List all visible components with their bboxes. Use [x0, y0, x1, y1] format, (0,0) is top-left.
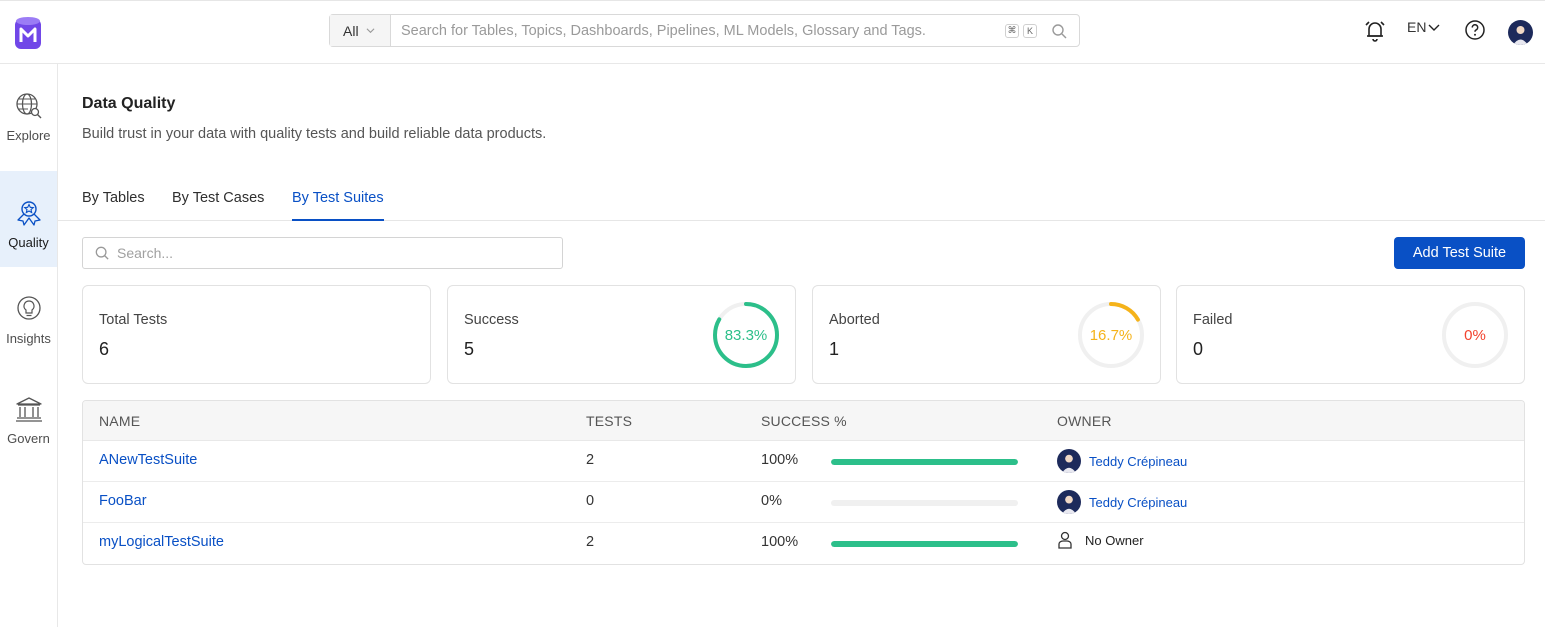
- language-selector[interactable]: EN: [1407, 19, 1440, 35]
- tab-by-test-cases[interactable]: By Test Cases: [172, 190, 264, 221]
- suite-tests-count: 0: [586, 493, 595, 509]
- owner-name: No Owner: [1085, 532, 1144, 548]
- suite-success-text: 100%: [761, 534, 799, 550]
- page-subtitle: Build trust in your data with quality te…: [82, 126, 547, 142]
- tab-by-tables[interactable]: By Tables: [82, 190, 145, 221]
- global-search-box[interactable]: All Search for Tables, Topics, Dashboard…: [329, 14, 1080, 47]
- bell-icon: [1365, 21, 1385, 42]
- owner-avatar: [1057, 490, 1081, 514]
- progress-fill: [831, 541, 1018, 547]
- column-header-tests[interactable]: TESTS: [586, 413, 632, 429]
- search-scope-select[interactable]: All: [330, 15, 391, 46]
- left-navigation: Explore Quality Insights Govern: [0, 64, 58, 627]
- insights-icon: [16, 296, 41, 320]
- success-progress-bar: [831, 459, 1018, 465]
- owner-name[interactable]: Teddy Crépineau: [1089, 454, 1187, 469]
- success-progress-bar: [831, 541, 1018, 547]
- avatar-image: [1513, 26, 1528, 45]
- explore-icon: [15, 93, 41, 119]
- summary-card-success: Success 5 83.3%: [447, 285, 796, 384]
- nav-label-quality: Quality: [8, 235, 49, 250]
- govern-icon: [15, 397, 42, 422]
- success-value: 5: [464, 339, 475, 359]
- quality-icon: [16, 201, 41, 226]
- help-icon: [1465, 20, 1485, 40]
- test-suites-table: NAME TESTS SUCCESS % OWNER ANewTestSuite…: [82, 400, 1525, 565]
- total-tests-value: 6: [99, 339, 110, 359]
- suite-owner[interactable]: Teddy Crépineau: [1057, 490, 1187, 514]
- summary-card-aborted: Aborted 1 16.7%: [812, 285, 1161, 384]
- nav-label-insights: Insights: [6, 331, 51, 346]
- app-logo[interactable]: [14, 16, 42, 50]
- suite-success-text: 0%: [761, 493, 782, 509]
- top-bar: All Search for Tables, Topics, Dashboard…: [0, 0, 1545, 64]
- tab-bar: By Tables By Test Cases By Test Suites: [58, 180, 1545, 221]
- owner-avatar: [1057, 449, 1081, 473]
- table-header: NAME TESTS SUCCESS % OWNER: [83, 401, 1524, 441]
- suite-name-link[interactable]: FooBar: [99, 493, 147, 509]
- total-tests-label: Total Tests: [99, 312, 168, 328]
- add-test-suite-button[interactable]: Add Test Suite: [1394, 237, 1525, 269]
- success-label: Success: [464, 312, 519, 328]
- aborted-percent: 16.7%: [1089, 326, 1133, 344]
- suite-owner[interactable]: Teddy Crépineau: [1057, 449, 1187, 473]
- summary-card-failed: Failed 0 0%: [1176, 285, 1525, 384]
- page-title: Data Quality: [82, 95, 176, 112]
- suite-owner[interactable]: No Owner: [1057, 531, 1144, 549]
- nav-item-explore[interactable]: Explore: [0, 64, 57, 160]
- tab-by-test-suites[interactable]: By Test Suites: [292, 190, 384, 221]
- search-icon: [95, 246, 109, 260]
- search-scope-value: All: [343, 22, 359, 39]
- nav-item-quality[interactable]: Quality: [0, 171, 57, 267]
- test-suite-search-input[interactable]: Search...: [82, 237, 563, 269]
- kbd-k-key: K: [1023, 23, 1037, 38]
- column-header-success[interactable]: SUCCESS %: [761, 413, 847, 429]
- kbd-cmd-key: ⌘: [1005, 23, 1019, 38]
- nav-label-govern: Govern: [7, 431, 50, 446]
- failed-label: Failed: [1193, 312, 1233, 328]
- user-avatar[interactable]: [1508, 20, 1533, 45]
- column-header-owner[interactable]: OWNER: [1057, 413, 1112, 429]
- chevron-down-icon: [366, 28, 375, 34]
- success-progress-bar: [831, 500, 1018, 506]
- notifications-button[interactable]: [1364, 19, 1386, 43]
- suite-success-text: 100%: [761, 452, 799, 468]
- success-percent: 83.3%: [724, 326, 768, 344]
- chevron-down-icon: [1428, 24, 1440, 31]
- failed-percent: 0%: [1464, 326, 1486, 344]
- suite-tests-count: 2: [586, 534, 595, 550]
- suite-name-link[interactable]: ANewTestSuite: [99, 452, 197, 468]
- suite-tests-count: 2: [586, 452, 595, 468]
- aborted-value: 1: [829, 339, 840, 359]
- suite-name-link[interactable]: myLogicalTestSuite: [99, 534, 224, 550]
- nav-label-explore: Explore: [6, 128, 51, 143]
- help-button[interactable]: [1464, 19, 1486, 41]
- owner-name[interactable]: Teddy Crépineau: [1089, 495, 1187, 510]
- table-row: FooBar 0 0% Teddy Crépineau: [83, 482, 1524, 523]
- search-icon[interactable]: [1051, 23, 1067, 39]
- table-row: ANewTestSuite 2 100% Teddy Crépineau: [83, 441, 1524, 482]
- failed-value: 0: [1193, 339, 1204, 359]
- summary-card-total: Total Tests 6: [82, 285, 431, 384]
- aborted-label: Aborted: [829, 312, 880, 328]
- search-placeholder: Search...: [117, 245, 174, 261]
- column-header-name[interactable]: NAME: [99, 413, 140, 429]
- no-owner-icon: [1058, 531, 1072, 549]
- global-search-input[interactable]: Search for Tables, Topics, Dashboards, P…: [391, 15, 1005, 46]
- progress-fill: [831, 459, 1018, 465]
- table-row: myLogicalTestSuite 2 100% No Owner: [83, 523, 1524, 564]
- nav-item-insights[interactable]: Insights: [0, 267, 57, 363]
- language-label: EN: [1407, 19, 1427, 35]
- nav-item-govern[interactable]: Govern: [0, 367, 57, 463]
